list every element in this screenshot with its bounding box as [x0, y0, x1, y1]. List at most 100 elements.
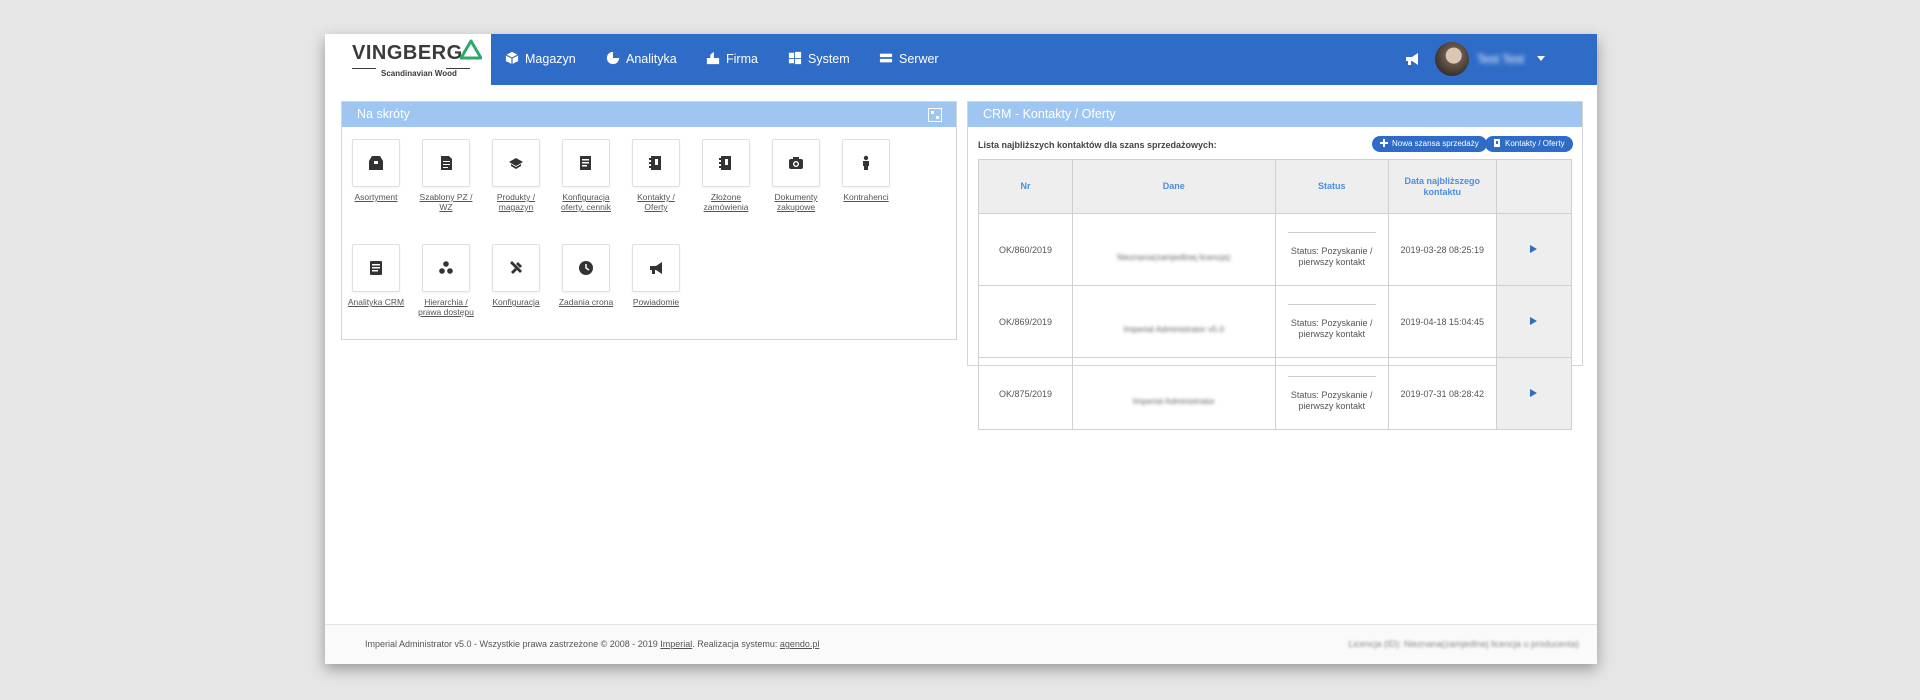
tile-label: Złożone zamówienia [703, 192, 749, 212]
tile-icon-box [842, 139, 890, 187]
tile-label: Kontrahenci [843, 192, 889, 202]
logo-wordmark: VINGBERG [352, 42, 463, 64]
footer: Imperial Administrator v5.0 - Wszystkie … [325, 624, 1597, 664]
table-row[interactable]: OK/860/2019 Nieznana(zamjedtnej licencja… [977, 213, 1573, 286]
nav-serwer[interactable]: Serwer [879, 34, 939, 85]
footer-link-agendo[interactable]: agendo.pl [780, 639, 820, 649]
nav-label: Firma [726, 52, 758, 66]
report-icon [370, 261, 382, 275]
avatar[interactable] [1435, 42, 1469, 76]
nav-magazyn[interactable]: Magazyn [505, 34, 576, 85]
shortcut-produkty[interactable]: Produkty / magazyn [485, 139, 547, 212]
cell-date: 2019-03-28 08:25:19 [1387, 213, 1497, 286]
status-progress-line [1287, 376, 1376, 377]
cell-date: 2019-04-18 15:04:45 [1387, 285, 1497, 358]
shortcut-konfiguracja-oferty[interactable]: Konfiguracja oferty, cennik [555, 139, 617, 212]
shortcut-dokumenty[interactable]: Dokumenty zakupowe [765, 139, 827, 212]
building-icon [706, 51, 720, 65]
logo-tagline: Scandinavian Wood [381, 69, 457, 78]
shortcut-szablony[interactable]: Szablony PZ / WZ [415, 139, 477, 212]
cell-dane: Imperial Administrator [1072, 357, 1276, 430]
footer-text: Imperial Administrator v5.0 - Wszystkie … [365, 639, 658, 649]
top-navbar: VINGBERG Scandinavian Wood Magazyn Anali… [325, 34, 1597, 85]
tile-label: Konfiguracja oferty, cennik [561, 192, 611, 212]
column-header-status: Status [1274, 159, 1389, 214]
panel-header: Na skróty [342, 102, 956, 127]
chart-pie-icon [606, 51, 620, 65]
tile-icon-box [422, 244, 470, 292]
status-progress-line [1287, 304, 1376, 305]
list-icon [580, 156, 591, 170]
megaphone-icon [650, 262, 662, 274]
plus-icon [1380, 139, 1388, 147]
tile-label: Konfiguracja [492, 297, 540, 307]
shortcut-hierarchia[interactable]: Hierarchia / prawa dostępu [415, 244, 477, 317]
column-header-dane: Dane [1072, 159, 1276, 214]
cell-status: Status: Pozyskanie / pierwszy kontakt [1274, 357, 1389, 430]
tools-icon [510, 261, 522, 274]
status-text: Status: Pozyskanie / pierwszy kontakt [1290, 389, 1373, 411]
tile-icon-box [492, 244, 540, 292]
tile-label: Produkty / magazyn [496, 192, 536, 212]
nav-system[interactable]: System [788, 34, 850, 85]
expand-icon[interactable] [928, 108, 942, 122]
logo[interactable]: VINGBERG Scandinavian Wood [325, 34, 491, 85]
tile-icon-box [772, 139, 820, 187]
tile-label: Kontakty / Oferty [637, 192, 675, 212]
hierarchy-icon [439, 261, 453, 274]
nav-label: Analityka [626, 52, 677, 66]
tile-label: Zadania crona [558, 297, 614, 307]
cell-dane: Imperial Administrator v5.0 [1072, 285, 1276, 358]
cube-icon [505, 51, 519, 65]
table-row[interactable]: OK/869/2019 Imperial Administrator v5.0 … [977, 285, 1573, 358]
shortcut-konfiguracja[interactable]: Konfiguracja [485, 244, 547, 307]
shortcut-analityka-crm[interactable]: Analityka CRM [345, 244, 407, 307]
megaphone-icon[interactable] [1404, 51, 1420, 67]
tile-icon-box [562, 139, 610, 187]
open-row-button[interactable] [1495, 285, 1573, 358]
column-header-date: Data najbliższego kontaktu [1387, 159, 1497, 214]
tile-label: Hierarchia / prawa dostępu [418, 297, 474, 317]
play-icon [1530, 244, 1538, 253]
table-row[interactable]: OK/875/2019 Imperial Administrator Statu… [977, 357, 1573, 430]
cell-status: Status: Pozyskanie / pierwszy kontakt [1274, 285, 1389, 358]
status-text: Status: Pozyskanie / pierwszy kontakt [1290, 245, 1373, 267]
app-window: VINGBERG Scandinavian Wood Magazyn Anali… [325, 34, 1597, 664]
shortcut-asortyment[interactable]: Asortyment [345, 139, 407, 202]
camera-icon [789, 157, 803, 169]
open-row-button[interactable] [1495, 357, 1573, 430]
logo-divider [446, 68, 470, 69]
crm-panel: CRM - Kontakty / Oferty Lista najbliższy… [967, 101, 1583, 430]
chevron-down-icon[interactable] [1537, 56, 1545, 61]
footer-link-imperial[interactable]: Imperial [660, 639, 692, 649]
shortcut-powiadomienia[interactable]: Powiadomie [625, 244, 687, 307]
layers-icon [509, 158, 523, 169]
nav-firma[interactable]: Firma [706, 34, 758, 85]
play-icon [1530, 316, 1538, 325]
nav-analityka[interactable]: Analityka [606, 34, 677, 85]
cell-nr: OK/875/2019 [977, 357, 1074, 430]
tile-icon-box [632, 139, 680, 187]
contacts-offers-button[interactable]: Kontakty / Oferty [1485, 136, 1573, 152]
tile-label: Szablony PZ / WZ [419, 192, 473, 212]
nav-label: Serwer [899, 52, 939, 66]
shortcut-zamowienia[interactable]: Złożone zamówienia [695, 139, 757, 212]
shortcut-kontakty[interactable]: Kontakty / Oferty [625, 139, 687, 212]
new-sales-opportunity-button[interactable]: Nowa szansa sprzedaży [1372, 136, 1487, 152]
crm-subtitle: Lista najbliższych kontaktów dla szans s… [978, 140, 1217, 150]
column-header-action [1495, 159, 1573, 214]
tile-icon-box [702, 139, 750, 187]
address-book-icon [719, 156, 731, 170]
user-name[interactable]: Test Test [1477, 52, 1524, 66]
dane-text: Nieznana(zamjedtnej licencja) [1117, 251, 1231, 262]
footer-mid-text: . Realizacja systemu: [692, 639, 778, 649]
shortcut-kontrahenci[interactable]: Kontrahenci [835, 139, 897, 202]
dane-text: Imperial Administrator [1132, 395, 1215, 406]
tile-icon-box [562, 244, 610, 292]
column-header-nr: Nr [977, 159, 1074, 214]
table-header-row: Nr Dane Status Data najbliższego kontakt… [977, 159, 1573, 214]
open-row-button[interactable] [1495, 213, 1573, 286]
cell-status: Status: Pozyskanie / pierwszy kontakt [1274, 213, 1389, 286]
button-label: Nowa szansa sprzedaży [1392, 139, 1479, 148]
shortcut-zadania-crona[interactable]: Zadania crona [555, 244, 617, 307]
